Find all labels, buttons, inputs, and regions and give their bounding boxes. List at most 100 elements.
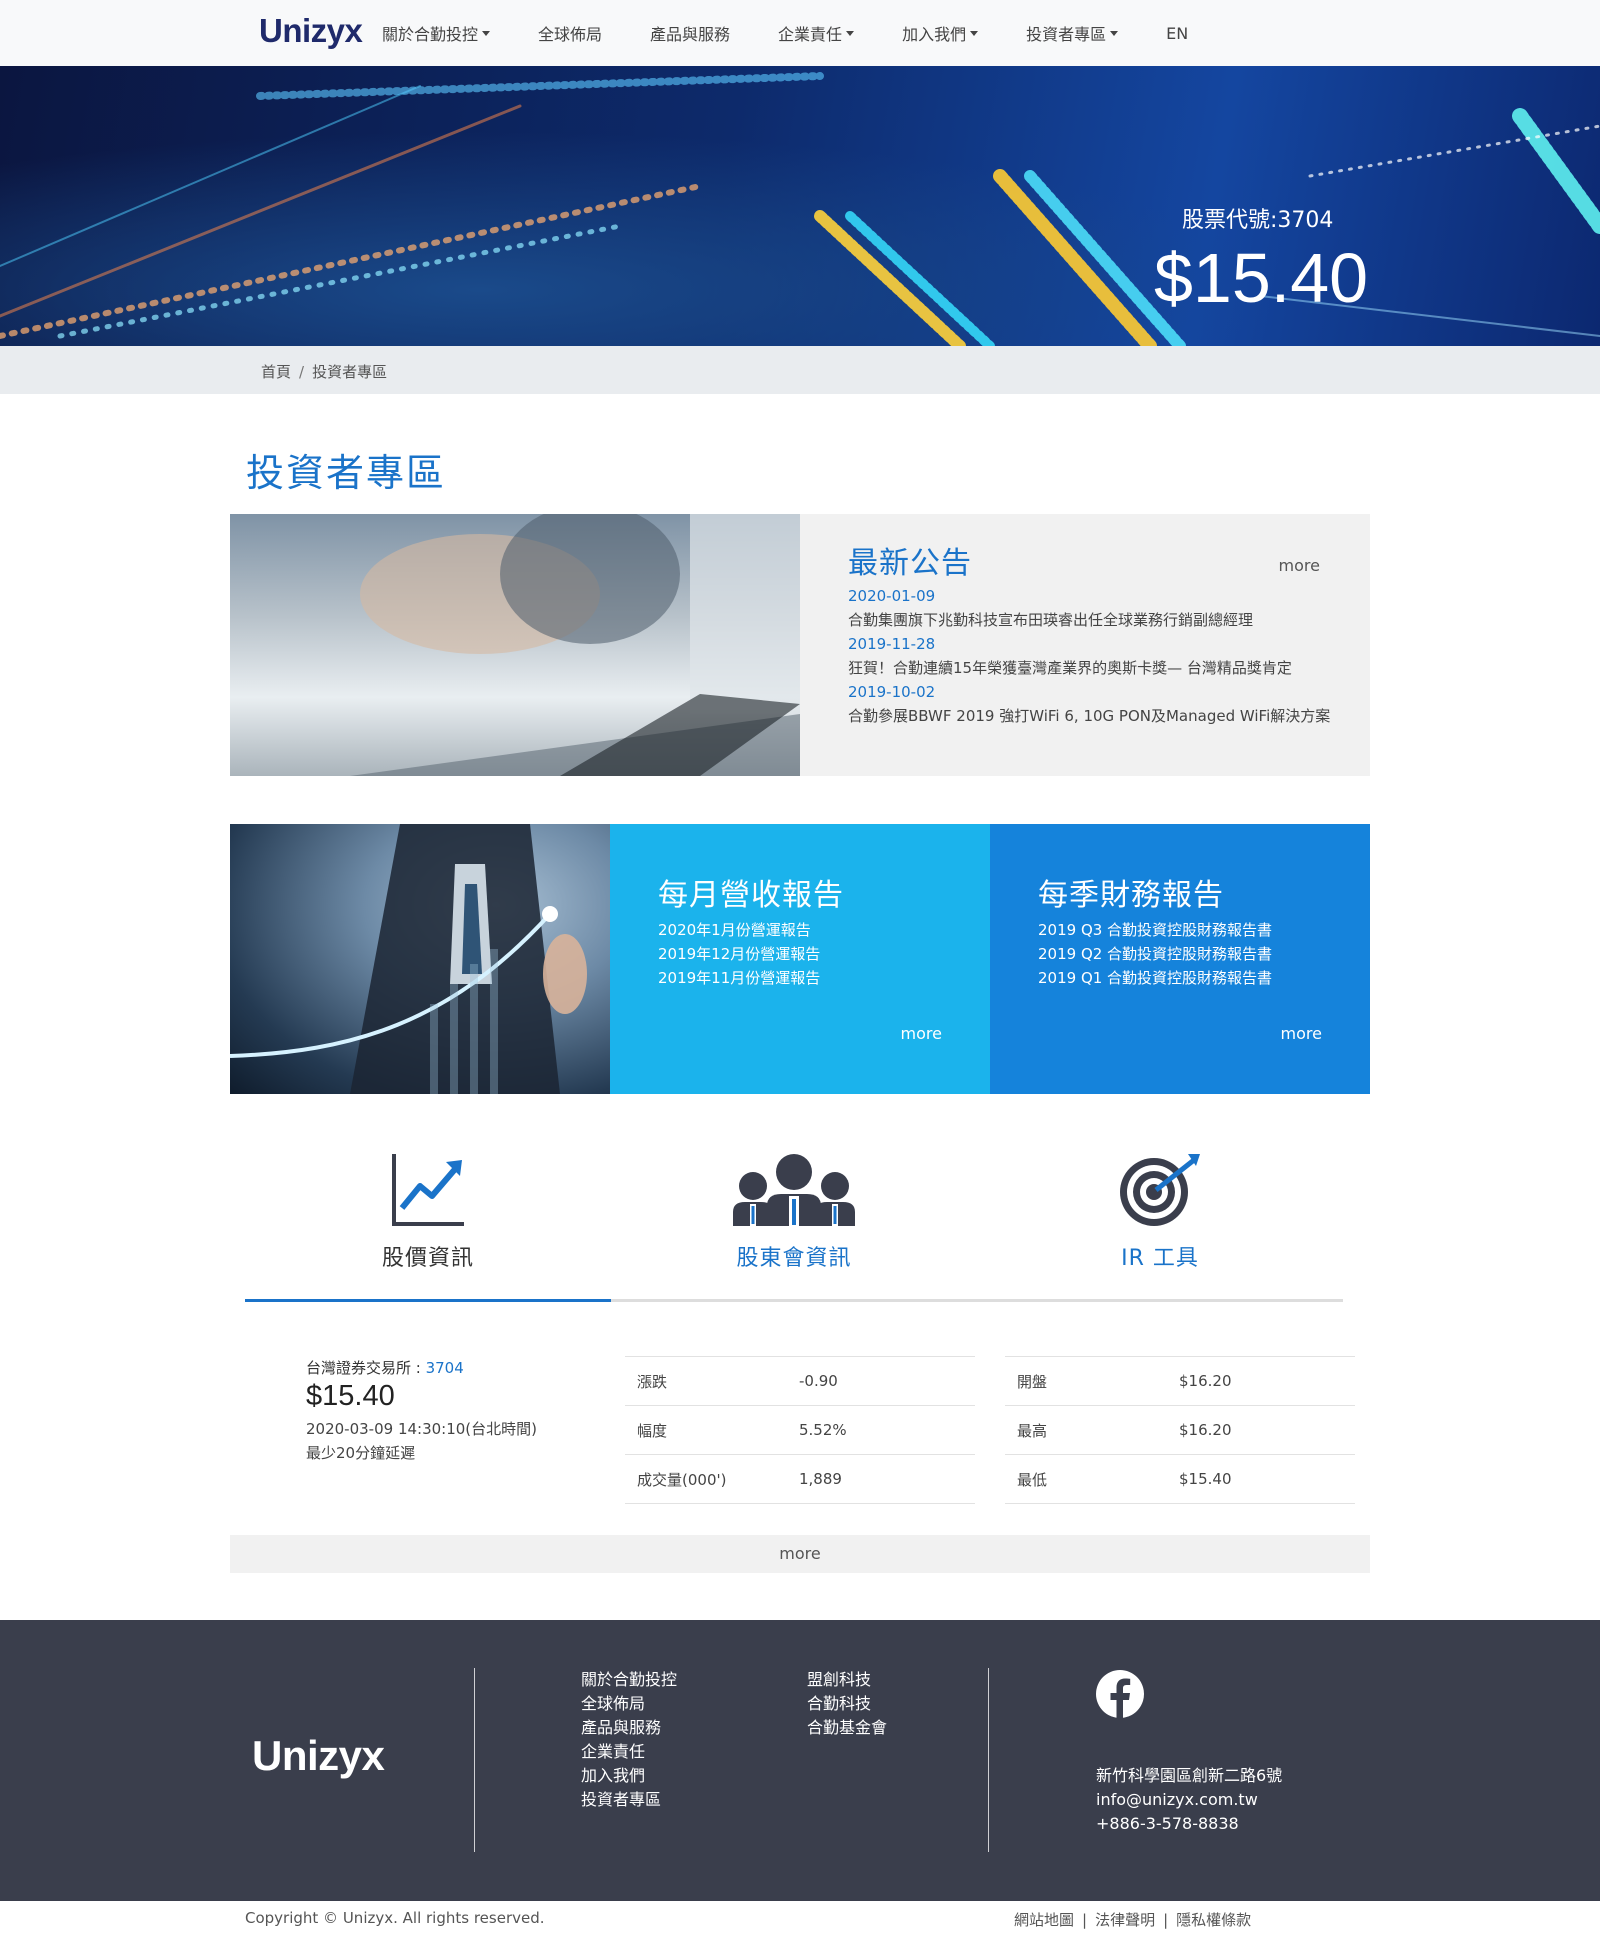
stock-price: $15.40: [306, 1380, 395, 1412]
stock-code[interactable]: 3704: [426, 1359, 464, 1377]
footer-link[interactable]: 全球佈局: [581, 1692, 677, 1716]
tab-stock-price[interactable]: 股價資訊: [245, 1150, 611, 1302]
chart-up-icon: [390, 1152, 466, 1232]
report-link[interactable]: 2020年1月份營運報告: [658, 918, 820, 942]
news-date: 2020-01-09: [848, 587, 936, 605]
footer-link[interactable]: 加入我們: [581, 1764, 677, 1788]
footer-link[interactable]: 企業責任: [581, 1740, 677, 1764]
monthly-report-title: 每月營收報告: [658, 878, 844, 913]
breadcrumb-home[interactable]: 首頁: [261, 363, 291, 381]
breadcrumb-bar: 首頁 / 投資者專區: [0, 346, 1600, 394]
report-link[interactable]: 2019年12月份營運報告: [658, 942, 820, 966]
nav-item-language[interactable]: EN: [1166, 24, 1188, 43]
news-panel: 最新公告 more 2020-01-09 合勤集團旗下兆勤科技宣布田瑛睿出任全球…: [800, 514, 1370, 776]
ticker-symbol: 股票代號:3704: [1182, 208, 1334, 233]
exchange-line: 台灣證券交易所 : 3704: [306, 1357, 537, 1378]
news-headline: 合勤集團旗下兆勤科技宣布田瑛睿出任全球業務行銷副總經理: [848, 611, 1254, 629]
phone-number: +886-3-578-8838: [1096, 1814, 1239, 1833]
news-image: [230, 514, 800, 776]
nav-item-about[interactable]: 關於合勤投控: [382, 21, 491, 45]
privacy-link[interactable]: 隱私權條款: [1176, 1911, 1251, 1929]
stat-value: $15.40: [1179, 1470, 1232, 1488]
caret-down-icon: [1110, 30, 1119, 36]
email-link[interactable]: info@unizyx.com.tw: [1096, 1788, 1282, 1812]
table-row: 成交量(000') 1,889: [625, 1455, 975, 1504]
table-row: 幅度 5.52%: [625, 1406, 975, 1455]
quarterly-report-card[interactable]: 每季財務報告 2019 Q3 合勤投資控股財務報告書 2019 Q2 合勤投資控…: [990, 824, 1370, 1094]
footer: Unizyx 關於合勤投控 全球佈局 產品與服務 企業責任 加入我們 投資者專區…: [0, 1620, 1600, 1901]
caret-down-icon: [846, 30, 855, 36]
sitemap-link[interactable]: 網站地圖: [1014, 1911, 1074, 1929]
nav-item-investors[interactable]: 投資者專區: [1026, 21, 1119, 45]
news-title: 最新公告: [848, 546, 972, 581]
footer-link[interactable]: 合勤基金會: [807, 1716, 887, 1740]
tab-label: 股價資訊: [381, 1246, 474, 1271]
tab-label: IR 工具: [1121, 1246, 1199, 1271]
stat-value: $16.20: [1179, 1421, 1232, 1439]
news-headline: 合勤參展BBWF 2019 強打WiFi 6, 10G PON及Managed …: [848, 707, 1331, 725]
nav-item-careers[interactable]: 加入我們: [902, 21, 979, 45]
stat-value: 1,889: [799, 1470, 842, 1488]
target-icon: [1118, 1152, 1202, 1232]
ticker-price: $15.40: [1154, 239, 1369, 317]
stat-value: -0.90: [799, 1372, 838, 1390]
stat-value: $16.20: [1179, 1372, 1232, 1390]
stock-more-button[interactable]: more: [230, 1535, 1370, 1573]
stat-value: 5.52%: [799, 1421, 847, 1439]
footer-link[interactable]: 盟創科技: [807, 1668, 887, 1692]
people-icon: [731, 1152, 857, 1232]
delay-note: 最少20分鐘延遲: [306, 1444, 416, 1462]
news-more-link[interactable]: more: [1279, 556, 1320, 575]
tab-indicator: [245, 1299, 611, 1302]
quarterly-report-title: 每季財務報告: [1038, 878, 1224, 913]
news-item[interactable]: 2019-11-28 狂賀！合勤連續15年榮獲臺灣產業界的奧斯卡獎— 台灣精品獎…: [848, 632, 1333, 680]
footer-links-affiliates: 盟創科技 合勤科技 合勤基金會: [807, 1668, 887, 1740]
quarterly-more-link[interactable]: more: [1281, 1024, 1322, 1043]
growth-chart-image: [230, 824, 610, 1094]
caret-down-icon: [970, 30, 979, 36]
nav-item-global[interactable]: 全球佈局: [538, 21, 602, 45]
table-row: 漲跌 -0.90: [625, 1357, 975, 1406]
nav-item-csr[interactable]: 企業責任: [778, 21, 855, 45]
legal-separator: |: [1082, 1911, 1088, 1929]
report-link[interactable]: 2019 Q2 合勤投資控股財務報告書: [1038, 942, 1272, 966]
footer-logo[interactable]: Unizyx: [252, 1732, 385, 1780]
breadcrumb-separator: /: [299, 363, 305, 381]
report-link[interactable]: 2019 Q3 合勤投資控股財務報告書: [1038, 918, 1272, 942]
news-headline: 狂賀！合勤連續15年榮獲臺灣產業界的奧斯卡獎— 台灣精品獎肯定: [848, 659, 1292, 677]
stat-label: 開盤: [1017, 1372, 1048, 1391]
footer-link[interactable]: 關於合勤投控: [581, 1668, 677, 1692]
nav-menu: 關於合勤投控 全球佈局 產品與服務 企業責任 加入我們 投資者專區 EN: [382, 0, 1236, 66]
top-navbar: Unizyx 關於合勤投控 全球佈局 產品與服務 企業責任 加入我們 投資者專區…: [0, 0, 1600, 66]
monthly-report-list: 2020年1月份營運報告 2019年12月份營運報告 2019年11月份營運報告: [658, 918, 820, 990]
tab-indicator: [611, 1299, 977, 1302]
breadcrumb: 首頁 / 投資者專區: [261, 361, 387, 382]
news-item[interactable]: 2020-01-09 合勤集團旗下兆勤科技宣布田瑛睿出任全球業務行銷副總經理: [848, 584, 1333, 632]
contact-info: 新竹科學園區創新二路6號 info@unizyx.com.tw +886-3-5…: [1096, 1764, 1282, 1836]
copyright-text: Copyright © Unizyx. All rights reserved.: [245, 1909, 545, 1927]
nav-item-products[interactable]: 產品與服務: [650, 21, 730, 45]
tab-ir-tools[interactable]: IR 工具: [977, 1150, 1343, 1302]
site-logo[interactable]: Unizyx: [259, 12, 363, 50]
stock-timestamp: 2020-03-09 14:30:10(台北時間): [306, 1420, 538, 1438]
news-list: 2020-01-09 合勤集團旗下兆勤科技宣布田瑛睿出任全球業務行銷副總經理 2…: [848, 584, 1333, 728]
monthly-report-card[interactable]: 每月營收報告 2020年1月份營運報告 2019年12月份營運報告 2019年1…: [610, 824, 990, 1094]
footer-link[interactable]: 產品與服務: [581, 1716, 677, 1740]
table-row: 開盤 $16.20: [1005, 1357, 1355, 1406]
tab-shareholders[interactable]: 股東會資訊: [611, 1150, 977, 1302]
footer-link[interactable]: 投資者專區: [581, 1788, 677, 1812]
table-row: 最低 $15.40: [1005, 1455, 1355, 1504]
report-link[interactable]: 2019 Q1 合勤投資控股財務報告書: [1038, 966, 1272, 990]
monthly-more-link[interactable]: more: [901, 1024, 942, 1043]
stock-stats-table-left: 漲跌 -0.90 幅度 5.52% 成交量(000') 1,889: [625, 1356, 975, 1504]
tab-label: 股東會資訊: [736, 1246, 852, 1271]
news-item[interactable]: 2019-10-02 合勤參展BBWF 2019 強打WiFi 6, 10G P…: [848, 680, 1333, 728]
copyright-bar: Copyright © Unizyx. All rights reserved.…: [0, 1901, 1600, 1933]
footer-link[interactable]: 合勤科技: [807, 1692, 887, 1716]
hero-banner: 股票代號:3704 $15.40: [0, 66, 1600, 346]
exchange-label: 台灣證券交易所 :: [306, 1359, 426, 1377]
legal-notice-link[interactable]: 法律聲明: [1095, 1911, 1155, 1929]
facebook-icon[interactable]: [1096, 1670, 1144, 1718]
report-link[interactable]: 2019年11月份營運報告: [658, 966, 820, 990]
footer-divider: [988, 1668, 989, 1852]
